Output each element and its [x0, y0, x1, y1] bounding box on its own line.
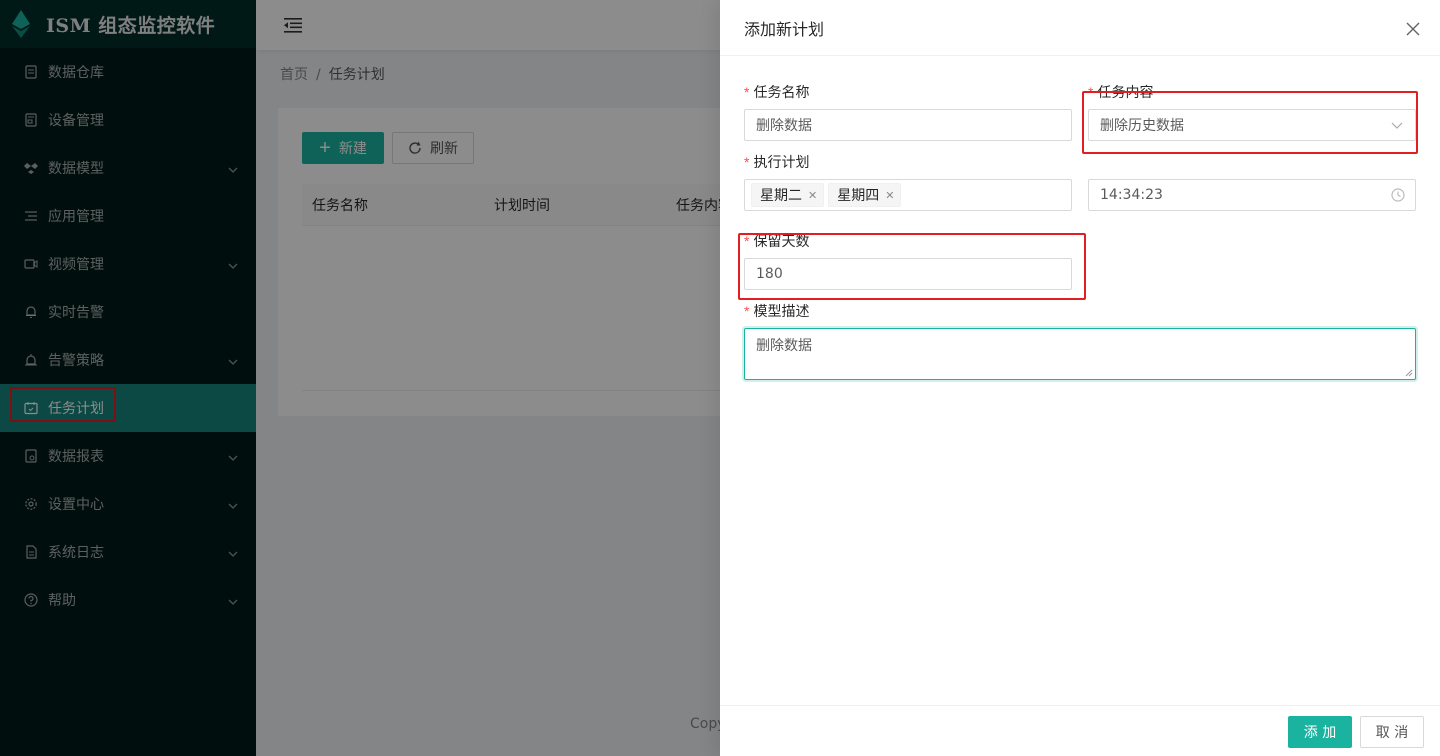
schedule-label-text: 执行计划: [753, 155, 810, 171]
required-mark: *: [744, 233, 750, 249]
schedule-label: * 执行计划: [744, 152, 809, 172]
retain-days-label: * 保留天数: [744, 231, 809, 251]
time-picker[interactable]: 14:34:23: [1088, 179, 1416, 211]
required-mark: *: [744, 84, 750, 100]
chevron-down-icon: [1391, 122, 1403, 129]
drawer-title: 添加新计划: [744, 19, 825, 39]
task-name-label-text: 任务名称: [753, 85, 810, 101]
add-plan-drawer: 添加新计划 * 任务名称 删除数据 * 任务内容 删除历史数据 * 执行计划 星期二 ✕…: [720, 0, 1440, 756]
retain-days-value: 180: [756, 266, 783, 282]
description-textarea[interactable]: 删除数据: [744, 328, 1416, 380]
required-mark: *: [744, 154, 750, 170]
weekday-tag: 星期四 ✕: [828, 183, 902, 207]
required-mark: *: [1088, 84, 1094, 100]
tag-close-icon[interactable]: ✕: [808, 189, 817, 202]
task-content-label-text: 任务内容: [1097, 85, 1154, 101]
weekday-multiselect[interactable]: 星期二 ✕ 星期四 ✕: [744, 179, 1072, 211]
retain-days-label-text: 保留天数: [753, 234, 810, 250]
task-content-value: 删除历史数据: [1100, 118, 1184, 134]
close-icon[interactable]: [1406, 22, 1420, 36]
retain-days-input[interactable]: 180: [744, 258, 1072, 290]
task-content-label: * 任务内容: [1088, 82, 1153, 102]
description-label: * 模型描述: [744, 301, 809, 321]
task-content-select[interactable]: 删除历史数据: [1088, 109, 1416, 141]
add-button-label: 添 加: [1303, 725, 1337, 741]
add-button[interactable]: 添 加: [1288, 716, 1352, 748]
weekday-tag-label: 星期四: [837, 188, 880, 204]
clock-icon: [1391, 188, 1405, 202]
time-value: 14:34:23: [1100, 187, 1163, 203]
cancel-button[interactable]: 取 消: [1360, 716, 1424, 748]
drawer-footer: 添 加 取 消: [720, 705, 1440, 756]
task-name-label: * 任务名称: [744, 82, 809, 102]
task-name-input[interactable]: 删除数据: [744, 109, 1072, 141]
cancel-button-label: 取 消: [1375, 725, 1409, 741]
drawer-header: 添加新计划: [720, 0, 1440, 56]
tag-close-icon[interactable]: ✕: [885, 189, 894, 202]
description-value: 删除数据: [756, 338, 812, 354]
resize-handle-icon[interactable]: [1405, 369, 1413, 377]
required-mark: *: [744, 303, 750, 319]
task-name-value: 删除数据: [756, 118, 812, 134]
weekday-tag-label: 星期二: [760, 188, 802, 204]
description-label-text: 模型描述: [753, 304, 810, 320]
weekday-tag: 星期二 ✕: [751, 183, 825, 207]
